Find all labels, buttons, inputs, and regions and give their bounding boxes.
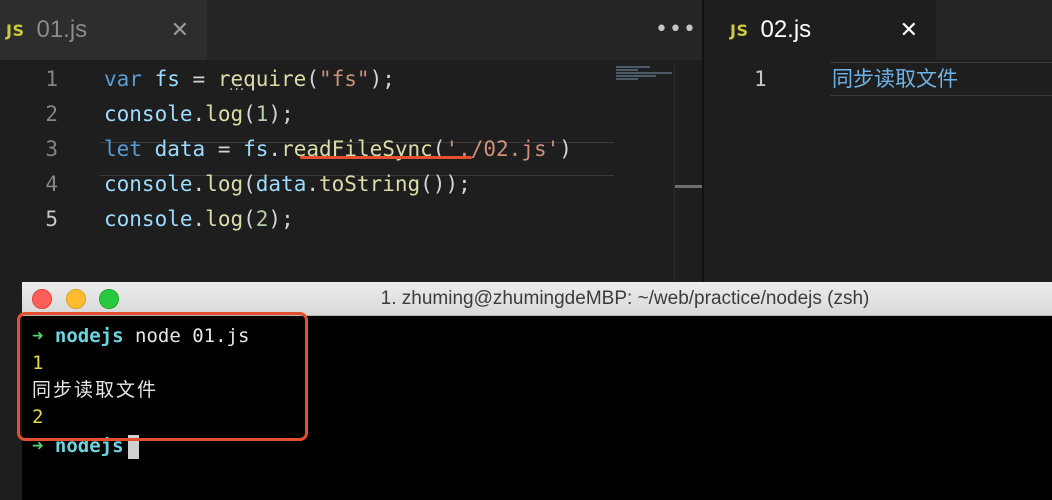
code-token: 2: [255, 207, 269, 231]
code-token: fs: [154, 67, 180, 91]
code-token: );: [268, 207, 294, 231]
code-token: ): [559, 137, 572, 161]
code-line[interactable]: var fs = require("fs");: [104, 62, 395, 97]
code-token: .: [192, 207, 206, 231]
scrollbar-thumb[interactable]: [675, 185, 703, 188]
more-actions-icon[interactable]: •••: [655, 17, 697, 42]
code-token: .: [268, 137, 282, 161]
terminal-title: 1. zhuming@zhumingdeMBP: ~/web/practice/…: [380, 288, 870, 309]
code-token: 1: [255, 102, 269, 126]
code-token: .: [306, 172, 319, 196]
code-token: let: [104, 137, 142, 161]
close-icon[interactable]: ✕: [900, 18, 918, 43]
tab-label: 02.js: [760, 16, 812, 43]
code-token: "fs": [319, 67, 370, 91]
code-token: .: [192, 102, 206, 126]
code-token: toString: [319, 172, 421, 196]
minimap-line: [616, 75, 656, 77]
close-icon[interactable]: ✕: [171, 18, 189, 43]
tab-02-js[interactable]: JS 02.js ✕: [704, 0, 936, 60]
js-file-icon: JS: [730, 20, 749, 40]
code-line[interactable]: let data = fs.readFileSync('./02.js'): [104, 132, 572, 167]
readfilesync-underline: [300, 156, 472, 159]
output-highlight-box: [17, 312, 308, 441]
tab-bar-left: JS 01.js ✕ •••: [0, 0, 702, 60]
code-token: .: [192, 172, 206, 196]
line-number: 1: [754, 67, 767, 91]
code-token: (: [243, 172, 256, 196]
minimap-line: [616, 78, 638, 80]
code-line[interactable]: console.log(2);: [104, 202, 294, 237]
code-token: log: [205, 207, 244, 231]
code-token: var: [104, 67, 142, 91]
code-token: );: [369, 67, 395, 91]
file-content-line[interactable]: 同步读取文件: [832, 62, 958, 97]
terminal-titlebar[interactable]: 1. zhuming@zhumingdeMBP: ~/web/practice/…: [22, 282, 1052, 316]
tab-bar-right: JS 02.js ✕: [704, 0, 1052, 60]
code-token: (: [243, 102, 256, 126]
tab-01-js[interactable]: JS 01.js ✕: [0, 0, 207, 60]
code-token: data: [154, 137, 206, 161]
code-token: log: [205, 172, 244, 196]
code-token: data: [255, 172, 307, 196]
code-token: console: [104, 172, 193, 196]
minimap-line: [616, 72, 672, 74]
code-token: =: [179, 67, 218, 91]
minimap-line: [616, 66, 650, 68]
code-line[interactable]: console.log(data.toString());: [104, 167, 471, 202]
code-token: console: [104, 207, 193, 231]
code-token: fs: [243, 137, 269, 161]
code-token: =: [205, 137, 244, 161]
code-token: require: [217, 67, 307, 91]
code-token: log: [205, 102, 244, 126]
code-token: console: [104, 102, 193, 126]
minimap-line: [616, 69, 638, 71]
code-token: ());: [420, 172, 471, 196]
js-file-icon: JS: [6, 20, 25, 40]
code-line[interactable]: console.log(1);: [104, 97, 294, 132]
code-token: (: [243, 207, 256, 231]
code-token: );: [268, 102, 294, 126]
code-token: (: [306, 67, 319, 91]
tab-label: 01.js: [36, 16, 88, 43]
